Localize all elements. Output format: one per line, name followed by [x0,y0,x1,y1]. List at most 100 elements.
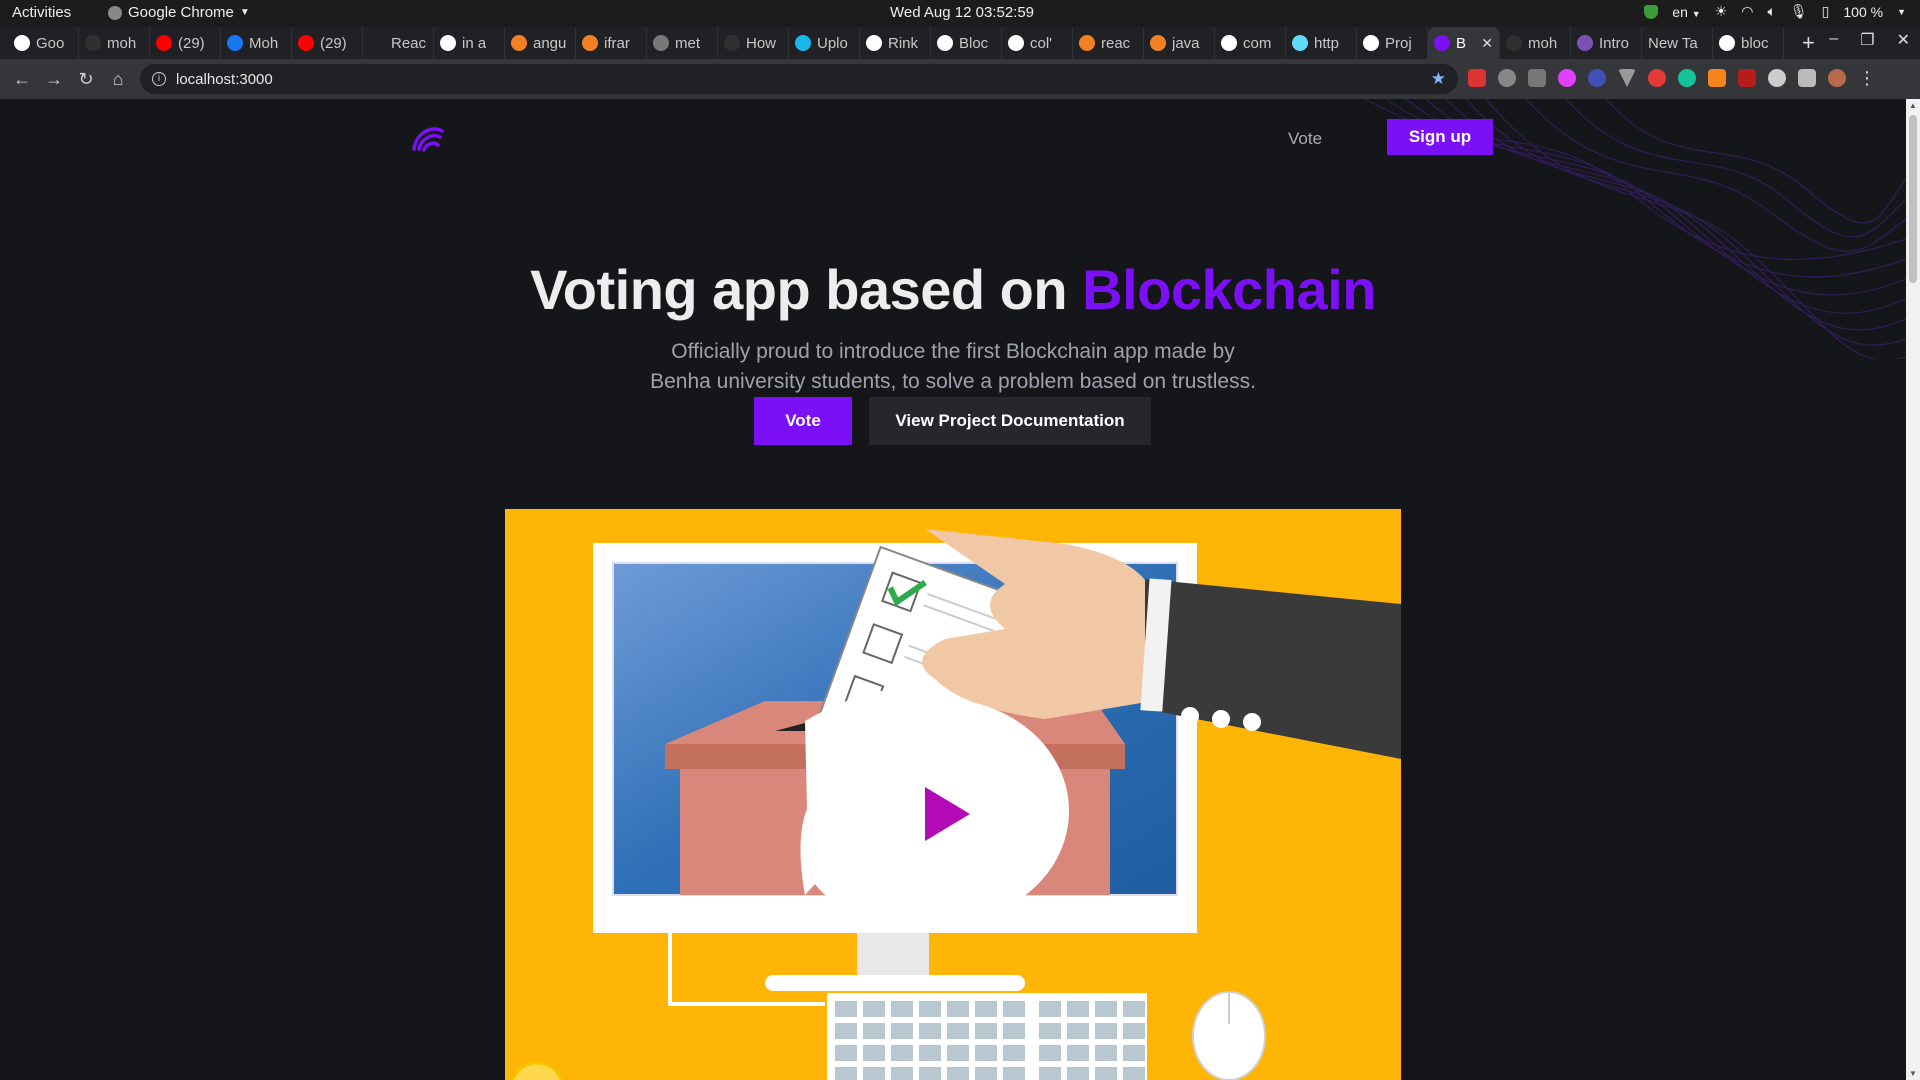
browser-tab[interactable]: (29) [150,27,221,59]
browser-tab[interactable]: Reac [363,27,434,59]
vote-button[interactable]: Vote [754,397,852,445]
keyboard-key [1095,1001,1117,1017]
home-icon[interactable]: ⌂ [102,69,134,90]
extension-icon[interactable] [1528,69,1546,87]
extension-icon[interactable] [1498,69,1516,87]
keyboard-key [1123,1067,1145,1080]
stackoverflow-icon [511,35,527,51]
tab-title: reac [1101,34,1131,52]
extension-icon[interactable] [1648,69,1666,87]
app-menu[interactable]: Google Chrome ▼ [108,4,250,21]
browser-tab[interactable]: ifrar [576,27,647,59]
extension-icon[interactable] [1768,69,1786,87]
scroll-up-icon[interactable]: ▲ [1909,101,1917,110]
browser-tab[interactable]: Moh [221,27,292,59]
browser-tab[interactable]: col' [1002,27,1073,59]
browser-tab[interactable]: angu [505,27,576,59]
browser-tab[interactable]: bloc [1713,27,1784,59]
video-player[interactable] [505,509,1401,1080]
browser-tab[interactable]: Goo [8,27,79,59]
browser-tab[interactable]: (29) [292,27,363,59]
forward-icon[interactable]: → [38,69,70,90]
browser-tab[interactable]: in a [434,27,505,59]
page-scrollbar[interactable]: ▲ ▼ [1906,99,1920,1080]
maximize-icon[interactable]: ❐ [1860,30,1874,50]
browser-tab[interactable]: moh [1500,27,1571,59]
language-indicator[interactable]: en ▼ [1672,4,1700,20]
keyboard-key [1067,1023,1089,1039]
browser-tab[interactable]: Uplo [789,27,860,59]
chevron-down-icon: ▼ [1897,6,1906,17]
vue-devtools-icon[interactable] [1618,69,1636,87]
address-bar[interactable]: i localhost:3000 ★ [140,64,1458,94]
reload-icon[interactable]: ↻ [70,69,102,90]
keyboard-key [835,1001,857,1017]
tab-title: Intro [1599,34,1630,52]
tab-title: Moh [249,34,279,52]
close-tab-icon[interactable]: ✕ [1481,35,1493,52]
browser-tab[interactable]: Proj [1357,27,1428,59]
browser-tab[interactable]: New Ta [1642,27,1713,59]
globe-icon [1363,35,1379,51]
tab-title: in a [462,34,487,52]
extensions-puzzle-icon[interactable] [1798,69,1816,87]
clock[interactable]: Wed Aug 12 03:52:59 [890,4,1034,21]
back-icon[interactable]: ← [6,69,38,90]
browser-tab[interactable]: Intro [1571,27,1642,59]
extension-icon[interactable] [1588,69,1606,87]
keyboard-key [947,1023,969,1039]
site-logo[interactable] [410,119,446,155]
sign-up-button[interactable]: Sign up [1387,119,1493,155]
address-url[interactable]: localhost:3000 [176,71,273,88]
tab-title: java [1172,34,1200,52]
keyboard-key [1003,1045,1025,1061]
browser-tab[interactable]: Rink [860,27,931,59]
browser-tab[interactable]: reac [1073,27,1144,59]
keyboard-key [975,1001,997,1017]
profile-avatar[interactable] [1828,69,1846,87]
browser-tab[interactable]: moh [79,27,150,59]
keyboard-key [1003,1001,1025,1017]
minimize-icon[interactable]: – [1829,30,1838,50]
browser-tab[interactable]: Bloc [931,27,1002,59]
tab-title: moh [1528,34,1558,52]
keyboard-key [1123,1045,1145,1061]
keyboard-key [863,1045,885,1061]
tab-title: B [1456,34,1467,52]
view-documentation-button[interactable]: View Project Documentation [869,397,1151,445]
tab-title: Rink [888,34,919,52]
battery-percent: 100 % [1843,3,1884,20]
wifi-icon: ◠ [1741,3,1754,19]
grammarly-icon[interactable] [1678,69,1696,87]
new-tab-icon[interactable]: + [1802,30,1815,56]
keyboard-key [1123,1001,1145,1017]
keyboard-key [891,1045,913,1061]
tab-title: Proj [1385,34,1412,52]
site-info-icon[interactable]: i [152,72,166,86]
close-icon[interactable]: ✕ [1897,30,1910,50]
chevron-down-icon: ▼ [239,7,250,18]
bookmark-star-icon[interactable]: ★ [1431,69,1446,89]
scrollbar-thumb[interactable] [1909,115,1917,283]
tab-title: bloc [1741,34,1769,52]
system-tray[interactable]: en ▼ ☀ ◠ 🔈︎ 🎙︎ ▯ 100 % ▼ [1644,3,1906,20]
metamask-icon[interactable] [1708,69,1726,87]
chrome-menu-icon[interactable]: ⋮ [1858,69,1876,87]
browser-tab[interactable]: http [1286,27,1357,59]
window-controls: – ❐ ✕ [1829,30,1910,50]
nav-link-vote[interactable]: Vote [1288,129,1322,149]
activities-button[interactable]: Activities [12,4,71,21]
browser-tab[interactable]: com [1215,27,1286,59]
globe-icon [937,35,953,51]
browser-tab[interactable]: met [647,27,718,59]
browser-tab[interactable]: How [718,27,789,59]
browser-tab[interactable]: java [1144,27,1215,59]
extension-icon[interactable] [1468,69,1486,87]
browser-tab[interactable]: B ✕ [1428,27,1500,59]
keyboard-key [919,1023,941,1039]
google-icon [14,35,30,51]
extension-icon[interactable] [1558,69,1576,87]
keyboard-key [1095,1067,1117,1080]
scroll-down-icon[interactable]: ▼ [1909,1069,1917,1078]
extension-icon[interactable] [1738,69,1756,87]
